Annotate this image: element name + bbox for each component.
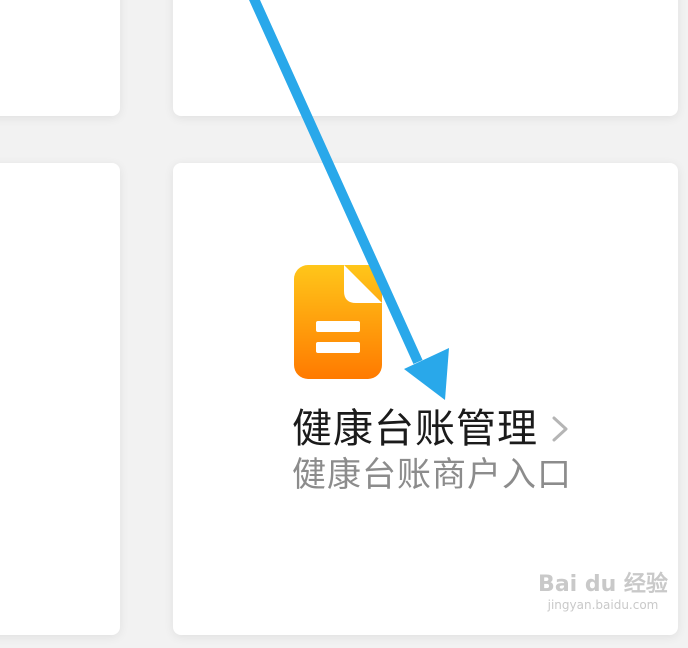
health-ledger-subtitle: 健康台账商户入口: [292, 455, 572, 495]
document-icon: [294, 265, 382, 379]
watermark-url: jingyan.baidu.com: [547, 598, 659, 612]
service-card-top-right[interactable]: [173, 0, 678, 116]
chevron-right-icon[interactable]: [548, 414, 572, 444]
health-ledger-title: 健康台账管理: [292, 406, 538, 452]
watermark-logo-text: Bai du 经验: [538, 572, 668, 597]
baidu-jingyan-watermark: Bai du 经验 jingyan.baidu.com: [528, 572, 678, 632]
health-ledger-title-row[interactable]: 健康台账管理: [292, 405, 572, 453]
health-ledger-card[interactable]: [173, 163, 678, 635]
service-card-bottom-left[interactable]: [0, 163, 120, 635]
service-card-top-left[interactable]: [0, 0, 120, 116]
